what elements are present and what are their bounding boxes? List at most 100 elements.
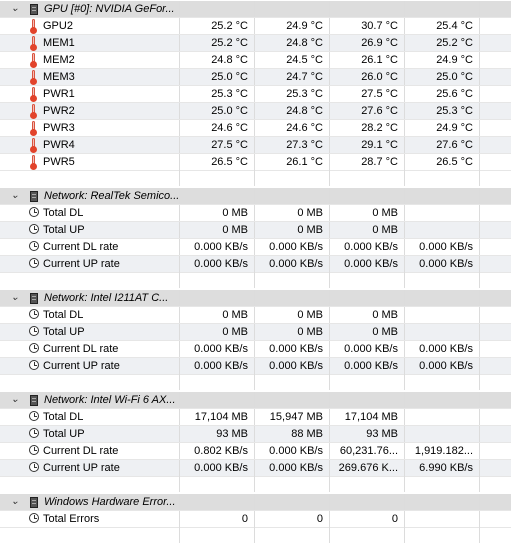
clock-icon [29, 411, 39, 421]
clock-icon [29, 343, 39, 353]
sensor-row[interactable]: Current DL rate 0.000 KB/s 0.000 KB/s 0.000… [0, 341, 511, 358]
sensor-row[interactable]: PWR2 25.0 °C 24.8 °C 27.6 °C 25.3 °C [0, 103, 511, 120]
sensor-name-cell[interactable]: MEM1 [0, 35, 180, 51]
sensor-label: MEM1 [43, 37, 75, 49]
sensor-name-cell[interactable]: Current UP rate [0, 358, 180, 374]
header-cell [330, 1, 405, 17]
sensor-row[interactable]: Total UP 93 MB 88 MB 93 MB [0, 426, 511, 443]
sensor-name-cell[interactable]: Total UP [0, 324, 180, 340]
sensor-name-cell[interactable]: PWR5 [0, 154, 180, 170]
sensor-name-cell[interactable]: Total DL [0, 307, 180, 323]
group-title: Windows Hardware Error... [44, 496, 176, 508]
empty-cell [480, 460, 511, 476]
sensor-label: Current DL rate [43, 343, 119, 355]
group-header[interactable]: ⌄ GPU [#0]: NVIDIA GeFor... [0, 1, 511, 18]
sensor-row[interactable]: Current UP rate 0.000 KB/s 0.000 KB/s 269.6… [0, 460, 511, 477]
sensor-row[interactable]: Current DL rate 0.000 KB/s 0.000 KB/s 0.000… [0, 239, 511, 256]
current-value: 0 MB [180, 205, 255, 221]
sensor-row[interactable]: MEM3 25.0 °C 24.7 °C 26.0 °C 25.0 °C [0, 69, 511, 86]
header-cell [255, 1, 330, 17]
current-value: 0 [180, 511, 255, 527]
minimum-value: 26.1 °C [255, 154, 330, 170]
group-name-cell[interactable]: ⌄ Windows Hardware Error... [0, 494, 180, 510]
sensor-row[interactable]: Current UP rate 0.000 KB/s 0.000 KB/s 0.000… [0, 358, 511, 375]
empty-cell [405, 527, 480, 543]
sensor-name-cell[interactable]: Current UP rate [0, 256, 180, 272]
sensor-row[interactable]: GPU2 25.2 °C 24.9 °C 30.7 °C 25.4 °C [0, 18, 511, 35]
group-name-cell[interactable]: ⌄ Network: RealTek Semico... [0, 188, 180, 204]
minimum-value: 0 MB [255, 222, 330, 238]
current-value: 0.000 KB/s [180, 460, 255, 476]
sensor-name-cell[interactable]: Current DL rate [0, 341, 180, 357]
group-header[interactable]: ⌄ Network: Intel Wi-Fi 6 AX... [0, 392, 511, 409]
empty-cell [180, 170, 255, 186]
empty-cell [480, 18, 511, 34]
minimum-value: 0.000 KB/s [255, 358, 330, 374]
minimum-value: 24.7 °C [255, 69, 330, 85]
maximum-value: 30.7 °C [330, 18, 405, 34]
empty-cell [480, 409, 511, 425]
sensor-name-cell[interactable]: MEM2 [0, 52, 180, 68]
average-value: 0.000 KB/s [405, 256, 480, 272]
sensor-row[interactable]: Total Errors 0 0 0 [0, 511, 511, 528]
sensor-name-cell[interactable]: Current DL rate [0, 239, 180, 255]
sensor-row[interactable]: Total DL 0 MB 0 MB 0 MB [0, 205, 511, 222]
sensor-row[interactable]: PWR1 25.3 °C 25.3 °C 27.5 °C 25.6 °C [0, 86, 511, 103]
empty-cell [480, 256, 511, 272]
sensor-name-cell[interactable]: Total UP [0, 222, 180, 238]
sensor-name-cell[interactable]: GPU2 [0, 18, 180, 34]
sensor-name-cell[interactable]: Total Errors [0, 511, 180, 527]
chevron-down-icon[interactable]: ⌄ [10, 494, 20, 510]
group-title: GPU [#0]: NVIDIA GeFor... [44, 3, 175, 15]
chevron-down-icon[interactable]: ⌄ [10, 1, 20, 17]
sensor-name-cell[interactable]: PWR2 [0, 103, 180, 119]
sensor-row[interactable]: MEM2 24.8 °C 24.5 °C 26.1 °C 24.9 °C [0, 52, 511, 69]
sensor-row[interactable]: PWR4 27.5 °C 27.3 °C 29.1 °C 27.6 °C [0, 137, 511, 154]
clock-icon [29, 513, 39, 523]
sensor-row[interactable]: MEM1 25.2 °C 24.8 °C 26.9 °C 25.2 °C [0, 35, 511, 52]
sensor-name-cell[interactable]: Total DL [0, 205, 180, 221]
sensor-name-cell[interactable]: Total DL [0, 409, 180, 425]
header-cell [330, 392, 405, 408]
group-header[interactable]: ⌄ Network: RealTek Semico... [0, 188, 511, 205]
group-name-cell[interactable]: ⌄ Network: Intel I211AT C... [0, 290, 180, 306]
sensor-label: Current DL rate [43, 241, 119, 253]
minimum-value: 0 [255, 511, 330, 527]
group-header[interactable]: ⌄ Windows Hardware Error... [0, 494, 511, 511]
sensor-row[interactable]: Total UP 0 MB 0 MB 0 MB [0, 222, 511, 239]
maximum-value: 26.1 °C [330, 52, 405, 68]
maximum-value: 28.7 °C [330, 154, 405, 170]
clock-icon [29, 360, 39, 370]
chevron-down-icon[interactable]: ⌄ [10, 392, 20, 408]
sensor-name-cell[interactable]: MEM3 [0, 69, 180, 85]
group-name-cell[interactable]: ⌄ GPU [#0]: NVIDIA GeFor... [0, 1, 180, 17]
sensor-name-cell[interactable]: PWR4 [0, 137, 180, 153]
sensor-label: PWR1 [43, 88, 75, 100]
group-header[interactable]: ⌄ Network: Intel I211AT C... [0, 290, 511, 307]
thermometer-bulb [30, 146, 37, 153]
empty-cell [480, 527, 511, 543]
sensor-row[interactable]: Current UP rate 0.000 KB/s 0.000 KB/s 0.000… [0, 256, 511, 273]
minimum-value: 24.9 °C [255, 18, 330, 34]
sensor-name-cell[interactable]: PWR3 [0, 120, 180, 136]
chevron-down-icon[interactable]: ⌄ [10, 188, 20, 204]
sensor-name-cell[interactable]: PWR1 [0, 86, 180, 102]
sensor-row[interactable]: Total DL 17,104 MB 15,947 MB 17,104 MB [0, 409, 511, 426]
sensor-row[interactable]: Total DL 0 MB 0 MB 0 MB [0, 307, 511, 324]
group-name-cell[interactable]: ⌄ Network: Intel Wi-Fi 6 AX... [0, 392, 180, 408]
average-value: 25.6 °C [405, 86, 480, 102]
sensor-row[interactable]: Total UP 0 MB 0 MB 0 MB [0, 324, 511, 341]
sensor-name-cell[interactable]: Current DL rate [0, 443, 180, 459]
empty-cell [180, 476, 255, 492]
sensor-name-cell[interactable]: Current UP rate [0, 460, 180, 476]
sensor-row[interactable]: Current DL rate 0.802 KB/s 0.000 KB/s 60,23… [0, 443, 511, 460]
group-title: Network: RealTek Semico... [44, 190, 180, 202]
sensor-row[interactable]: PWR3 24.6 °C 24.6 °C 28.2 °C 24.9 °C [0, 120, 511, 137]
sensor-name-cell[interactable]: Total UP [0, 426, 180, 442]
sensor-label: MEM3 [43, 71, 75, 83]
chevron-down-icon[interactable]: ⌄ [10, 290, 20, 306]
sensor-row[interactable]: PWR5 26.5 °C 26.1 °C 28.7 °C 26.5 °C [0, 154, 511, 171]
header-cell [405, 290, 480, 306]
current-value: 26.5 °C [180, 154, 255, 170]
sensor-label: PWR2 [43, 105, 75, 117]
